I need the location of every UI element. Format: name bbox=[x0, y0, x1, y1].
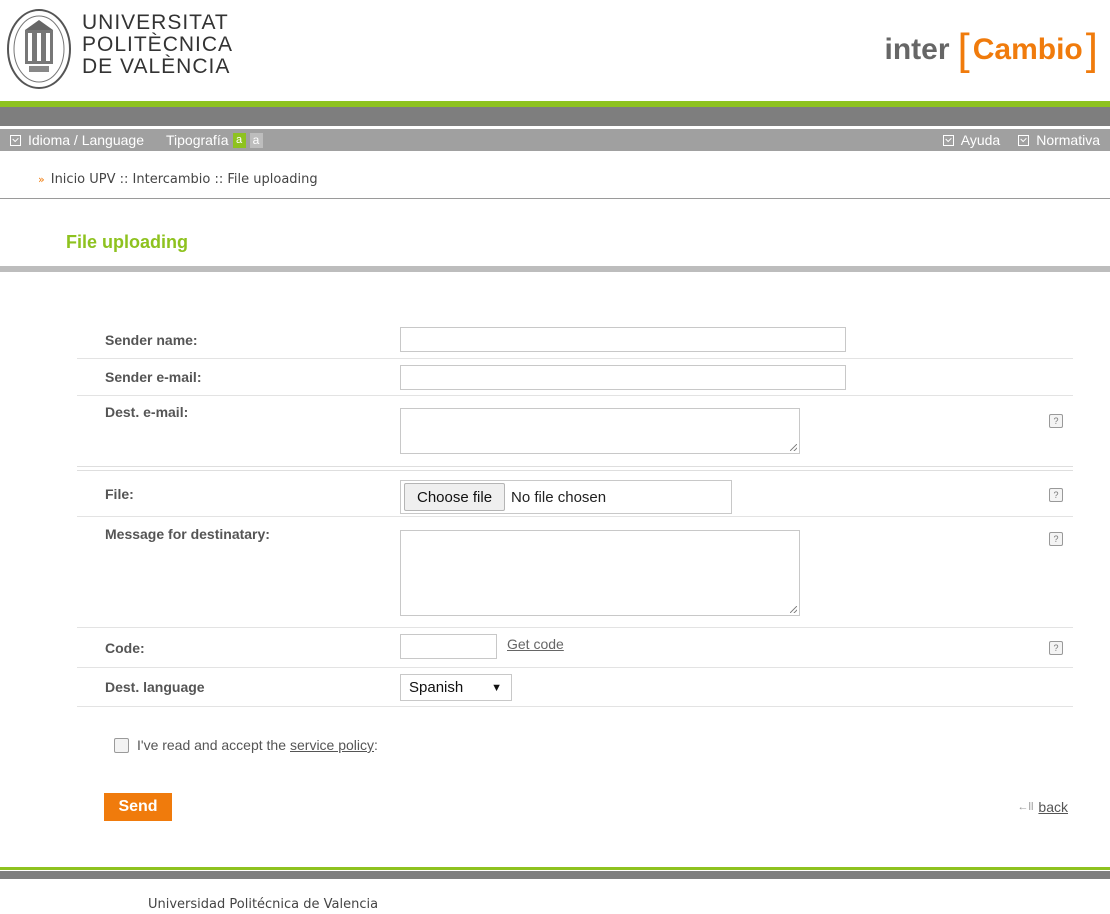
sender-email-row: Sender e-mail: bbox=[77, 359, 1073, 396]
get-code-link[interactable]: Get code bbox=[507, 636, 564, 652]
send-button[interactable]: Send bbox=[104, 793, 172, 821]
nav-typography-label: Tipografía bbox=[165, 132, 229, 148]
nav-typography: Tipografía a a bbox=[166, 132, 263, 148]
language-row: Dest. language Spanish ▼ bbox=[77, 668, 1073, 707]
breadcrumb-arrow-icon: » bbox=[38, 173, 45, 186]
footer-gray-bar bbox=[0, 871, 1110, 879]
message-textarea[interactable] bbox=[400, 530, 800, 616]
message-row: Message for destinatary: ? bbox=[77, 517, 1073, 628]
nav-help[interactable]: Ayuda bbox=[942, 132, 1001, 148]
header: UNIVERSITAT POLITÈCNICA DE VALÈNCIA inte… bbox=[0, 0, 1110, 100]
sender-email-label: Sender e-mail: bbox=[105, 369, 202, 385]
checkbox-icon bbox=[1018, 134, 1030, 146]
policy-suffix: : bbox=[374, 737, 378, 753]
nav-language[interactable]: Idioma / Language bbox=[10, 132, 144, 148]
sender-name-input[interactable] bbox=[400, 327, 846, 352]
header-gray-bar bbox=[0, 107, 1110, 126]
dest-email-textarea[interactable] bbox=[400, 408, 800, 454]
nav-right: Ayuda Normativa bbox=[925, 132, 1110, 148]
language-label: Dest. language bbox=[105, 679, 205, 695]
resize-handle-icon[interactable] bbox=[790, 606, 797, 613]
university-name: UNIVERSITAT POLITÈCNICA DE VALÈNCIA bbox=[82, 12, 233, 78]
code-label: Code: bbox=[105, 640, 145, 656]
code-input[interactable] bbox=[400, 634, 497, 659]
back-link[interactable]: ←ll back bbox=[1018, 799, 1068, 815]
checkbox-icon bbox=[10, 134, 21, 146]
footer-green-bar bbox=[0, 867, 1110, 870]
file-status: No file chosen bbox=[511, 488, 607, 506]
language-selected-value: Spanish bbox=[409, 679, 464, 696]
bracket-open-icon: [ bbox=[957, 25, 970, 74]
choose-file-button[interactable]: Choose file bbox=[404, 483, 506, 511]
sender-email-input[interactable] bbox=[400, 365, 846, 390]
nav-help-label: Ayuda bbox=[960, 132, 1001, 148]
file-label: File: bbox=[105, 486, 134, 502]
file-row: File: Choose file No file chosen ? bbox=[77, 471, 1073, 517]
help-icon[interactable]: ? bbox=[1049, 641, 1063, 655]
file-input[interactable]: Choose file No file chosen bbox=[400, 480, 732, 514]
page-title: File uploading bbox=[66, 232, 188, 252]
university-line-1: UNIVERSITAT bbox=[82, 11, 229, 34]
university-line-2: POLITÈCNICA bbox=[82, 33, 234, 56]
bracket-close-icon: ] bbox=[1085, 25, 1098, 74]
brand-cambio: Cambio bbox=[972, 33, 1083, 66]
help-icon[interactable]: ? bbox=[1049, 532, 1063, 546]
sender-name-label: Sender name: bbox=[105, 332, 198, 348]
dest-email-label: Dest. e-mail: bbox=[105, 404, 189, 420]
checkbox-icon bbox=[942, 134, 954, 146]
policy-agreement: I've read and accept the service policy: bbox=[114, 737, 378, 753]
policy-text: I've read and accept the bbox=[137, 737, 286, 753]
nav-rules[interactable]: Normativa bbox=[1018, 132, 1100, 148]
breadcrumb-divider bbox=[0, 198, 1110, 199]
university-line-3: DE VALÈNCIA bbox=[82, 55, 231, 78]
back-label: back bbox=[1038, 799, 1068, 815]
code-row: Code: Get code ? bbox=[77, 628, 1073, 668]
title-divider bbox=[0, 266, 1110, 272]
service-policy-link[interactable]: service policy bbox=[290, 737, 374, 753]
breadcrumb-text[interactable]: Inicio UPV :: Intercambio :: File upload… bbox=[51, 172, 318, 187]
font-size-small-button[interactable]: a bbox=[232, 132, 246, 148]
dest-email-row: Dest. e-mail: ? bbox=[77, 396, 1073, 466]
policy-checkbox[interactable] bbox=[114, 737, 129, 753]
nav-rules-label: Normativa bbox=[1036, 132, 1100, 148]
back-arrow-icon: ←ll bbox=[1017, 801, 1034, 813]
breadcrumb: » Inicio UPV :: Intercambio :: File uploa… bbox=[38, 172, 318, 187]
intercambio-logo: inter [ Cambio ] bbox=[885, 24, 1099, 76]
dropdown-arrow-icon: ▼ bbox=[491, 681, 502, 694]
message-label: Message for destinatary: bbox=[105, 526, 270, 542]
resize-handle-icon[interactable] bbox=[790, 444, 797, 451]
language-select[interactable]: Spanish ▼ bbox=[400, 674, 512, 701]
nav-language-label: Idioma / Language bbox=[28, 132, 144, 148]
help-icon[interactable]: ? bbox=[1049, 488, 1063, 502]
upload-form: Sender name: Sender e-mail: Dest. e-mail… bbox=[77, 318, 1073, 707]
brand-inter: inter bbox=[884, 33, 950, 66]
sender-name-row: Sender name: bbox=[77, 318, 1073, 359]
top-nav: Idioma / Language Tipografía a a Ayuda N… bbox=[0, 129, 1110, 151]
footer-text: Universidad Politécnica de Valencia bbox=[148, 897, 379, 912]
university-seal-logo bbox=[7, 9, 71, 89]
font-size-large-button[interactable]: a bbox=[249, 132, 263, 148]
help-icon[interactable]: ? bbox=[1049, 414, 1063, 428]
